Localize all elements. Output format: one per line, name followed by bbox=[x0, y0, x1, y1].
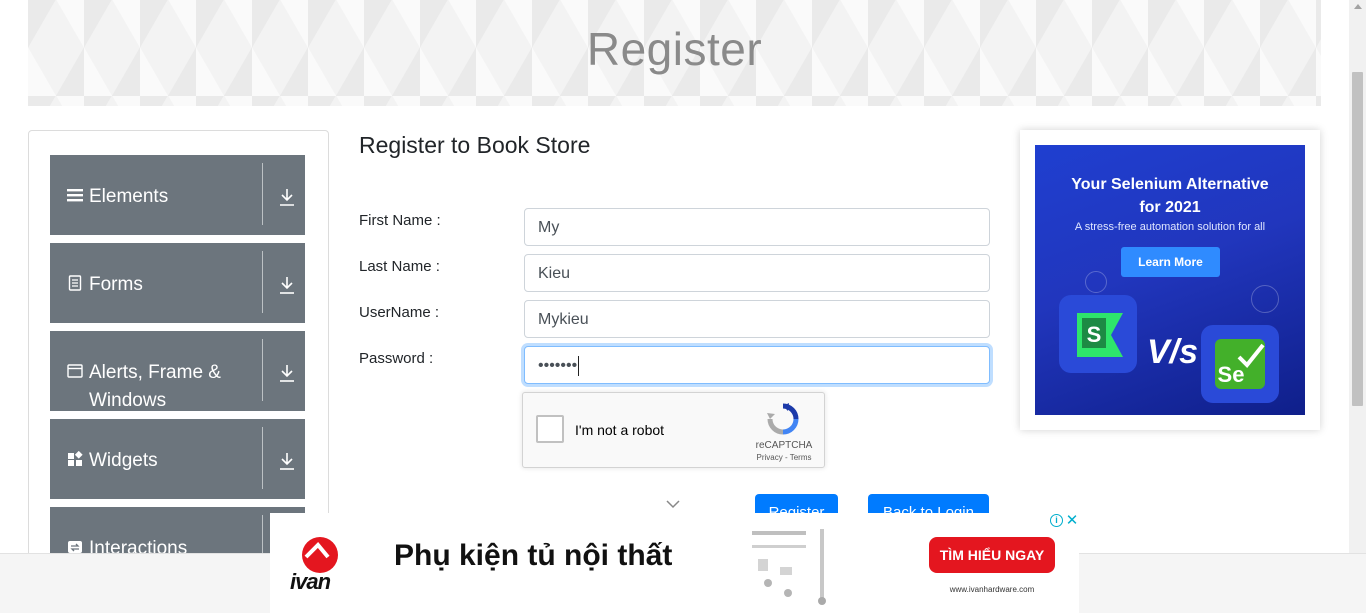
group-header-forms[interactable]: Forms bbox=[50, 243, 305, 323]
learn-more-button[interactable]: Learn More bbox=[1121, 247, 1220, 277]
group-label: Widgets bbox=[89, 450, 158, 471]
menu-icon bbox=[67, 189, 83, 202]
username-input[interactable]: Mykieu bbox=[524, 300, 990, 338]
recaptcha-widget: I'm not a robot reCAPTCHA Privacy - Term… bbox=[522, 392, 825, 468]
download-arrow-icon[interactable] bbox=[278, 187, 296, 207]
header-banner: Register bbox=[28, 0, 1321, 106]
group-header-alerts-frame-windows[interactable]: Alerts, Frame & Windows bbox=[50, 331, 305, 411]
right-logo-letters: Se bbox=[1218, 362, 1245, 387]
page: Register Elements Forms Alerts, Frame & … bbox=[0, 0, 1366, 613]
learn-now-button[interactable]: TÌM HIỂU NGAY bbox=[929, 537, 1055, 573]
download-arrow-icon[interactable] bbox=[278, 363, 296, 383]
selenium-logo-icon: Se bbox=[1215, 339, 1265, 389]
right-ad-subtitle: A stress-free automation solution for al… bbox=[1074, 221, 1266, 233]
document-icon bbox=[68, 275, 82, 291]
right-ad[interactable]: Your Selenium Alternative for 2021 A str… bbox=[1035, 145, 1305, 415]
ad-info-icon[interactable]: i bbox=[1050, 514, 1063, 527]
right-ad-headline: Your Selenium Alternative for 2021 bbox=[1035, 173, 1305, 219]
download-arrow-icon[interactable] bbox=[278, 451, 296, 471]
code-circle-icon bbox=[1251, 285, 1279, 313]
right-ad-container: Your Selenium Alternative for 2021 A str… bbox=[1020, 130, 1320, 430]
bottom-ad-url: www.ivanhardware.com bbox=[949, 585, 1035, 594]
group-header-elements[interactable]: Elements bbox=[50, 155, 305, 235]
password-value: ••••••• bbox=[538, 357, 578, 374]
divider bbox=[262, 163, 263, 225]
password-label: Password : bbox=[359, 350, 434, 367]
recaptcha-brand: reCAPTCHA bbox=[755, 440, 813, 451]
ivan-brand: ivan bbox=[290, 569, 331, 594]
left-logo-letter: S bbox=[1087, 322, 1102, 347]
form-title: Register to Book Store bbox=[359, 132, 591, 158]
sidebar-accordion: Elements Forms Alerts, Frame & Windows W… bbox=[28, 130, 329, 570]
last-name-label: Last Name : bbox=[359, 258, 440, 275]
ad-controls: i ✕ bbox=[1048, 513, 1079, 529]
page-title: Register bbox=[586, 23, 763, 75]
scroll-up-arrow-icon[interactable] bbox=[1354, 4, 1362, 9]
right-ad-headline-line2: for 2021 bbox=[1139, 199, 1201, 216]
group-label: Forms bbox=[89, 274, 143, 295]
recaptcha-checkbox[interactable] bbox=[536, 415, 564, 443]
versus-text: V/s bbox=[1147, 333, 1199, 371]
chevron-down-icon[interactable] bbox=[665, 498, 681, 510]
recaptcha-label: I'm not a robot bbox=[575, 422, 665, 438]
katalon-logo-icon: S bbox=[1077, 313, 1123, 357]
bottom-ad-title: Phụ kiện tủ nội thất bbox=[394, 539, 673, 572]
username-label: UserName : bbox=[359, 304, 440, 321]
right-ad-headline-line1: Your Selenium Alternative bbox=[1071, 176, 1269, 193]
divider bbox=[262, 339, 263, 401]
widgets-icon bbox=[68, 451, 83, 466]
last-name-input[interactable]: Kieu bbox=[524, 254, 990, 292]
divider bbox=[262, 251, 263, 313]
group-label: Elements bbox=[89, 186, 169, 207]
first-name-input[interactable]: My bbox=[524, 208, 990, 246]
group-header-widgets[interactable]: Widgets bbox=[50, 419, 305, 499]
divider bbox=[262, 427, 263, 489]
window-icon bbox=[67, 364, 83, 378]
recaptcha-logo-icon bbox=[767, 403, 799, 435]
first-name-label: First Name : bbox=[359, 212, 441, 229]
scrollbar-thumb[interactable] bbox=[1352, 72, 1363, 406]
download-arrow-icon[interactable] bbox=[278, 275, 296, 295]
vertical-scrollbar[interactable] bbox=[1349, 0, 1366, 553]
group-label: Alerts, Frame & Windows bbox=[89, 362, 221, 411]
bottom-ad[interactable]: ivan Phụ kiện tủ nội thất TÌM HIỂU NGAY … bbox=[270, 513, 1079, 613]
decorative-circle-icon bbox=[1085, 271, 1107, 293]
password-input[interactable]: ••••••• bbox=[524, 346, 990, 384]
ad-close-icon[interactable]: ✕ bbox=[1065, 513, 1079, 528]
recaptcha-links[interactable]: Privacy - Terms bbox=[747, 453, 821, 462]
hardware-product-icon bbox=[752, 529, 826, 605]
text-caret bbox=[578, 355, 580, 376]
